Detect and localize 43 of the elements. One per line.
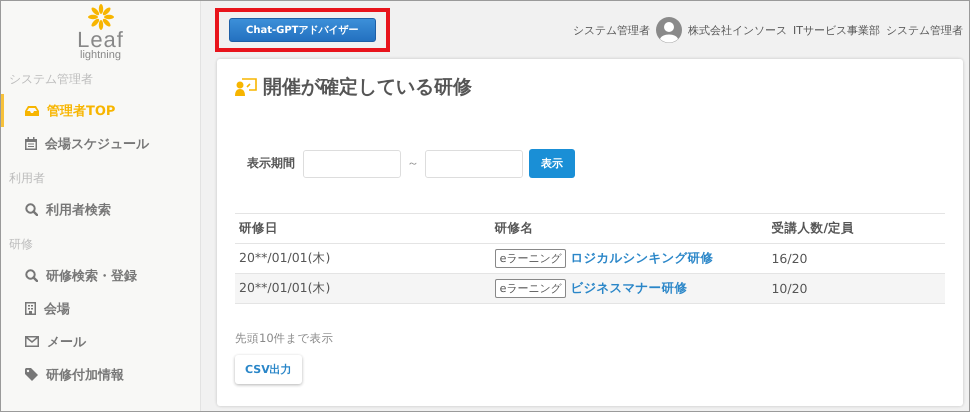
advisor-button[interactable]: Chat-GPTアドバイザー (229, 18, 376, 42)
avatar-icon (656, 17, 682, 43)
sidebar-section-label: 研修 (8, 236, 34, 252)
course-link[interactable]: ロジカルシンキング研修 (570, 250, 714, 265)
column-header: 受講人数/定員 (767, 214, 945, 244)
show-button[interactable]: 表示 (529, 149, 575, 178)
search-icon (25, 203, 38, 216)
category-tag: eラーニング (494, 279, 566, 298)
range-separator: ～ (407, 155, 419, 172)
category-tag: eラーニング (494, 249, 566, 268)
sidebar-item[interactable]: 会場 (1, 292, 200, 325)
company-name: 株式会社インソース (688, 22, 788, 38)
limit-note: 先頭10件まで表示 (235, 331, 335, 346)
csv-button[interactable]: CSV出力 (235, 355, 302, 384)
building-icon (25, 302, 36, 315)
period-label: 表示期間 (247, 155, 295, 172)
card-title: 開催が確定している研修 (263, 75, 472, 100)
column-header: 研修日 (235, 214, 491, 244)
count-cell: 10/20 (767, 274, 945, 304)
calendar-icon (25, 137, 37, 150)
logo-name: Leaf (77, 30, 124, 50)
date-cell: 20**/01/01(木) (235, 274, 491, 304)
logo-subtitle: lightning (80, 50, 121, 61)
sidebar-section-label: 利用者 (8, 170, 46, 186)
sidebar-item[interactable]: 会場スケジュール (1, 127, 200, 160)
end-date-field[interactable] (425, 150, 523, 178)
sidebar-section-label: システム管理者 (8, 70, 94, 88)
sidebar-item[interactable]: メール (1, 325, 200, 358)
role-label: システム管理者 (573, 22, 650, 38)
sun-icon (88, 4, 114, 30)
envelope-icon (25, 336, 39, 347)
presenter-icon (235, 78, 257, 96)
department-name: ITサービス事業部 (793, 22, 880, 38)
sidebar-item[interactable]: 研修検索・登録 (1, 259, 200, 292)
user-name: システム管理者 (886, 22, 963, 38)
start-date-field[interactable] (303, 150, 401, 178)
sidebar-item[interactable]: 利用者検索 (1, 193, 200, 226)
column-header: 研修名 (490, 214, 768, 244)
search-icon (25, 269, 38, 282)
sidebar-item[interactable]: 研修付加情報 (1, 358, 200, 391)
tray-icon (25, 104, 39, 116)
tag-icon (25, 368, 38, 381)
course-link[interactable]: ビジネスマナー研修 (570, 280, 688, 295)
